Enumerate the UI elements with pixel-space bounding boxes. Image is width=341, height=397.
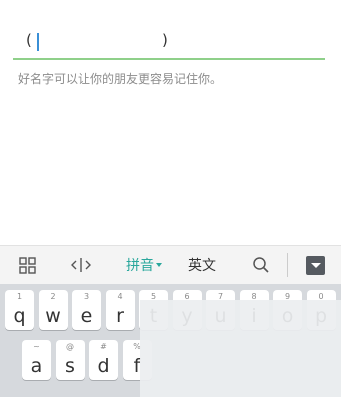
name-input[interactable]: ( ) [13,22,325,60]
key-e[interactable]: 3e [72,290,101,330]
key-label: d [97,355,110,377]
key-d[interactable]: # d [89,340,118,380]
toolbar-divider [287,253,288,277]
key-label: a [30,355,43,377]
edit-area: ( ) 好名字可以让你的朋友更容易记住你。 [0,0,341,245]
key-sub-label: @ [66,342,74,351]
search-icon[interactable] [244,246,278,284]
left-paren: ( [26,31,32,49]
key-label: e [80,305,93,327]
key-sub-label: 4 [117,292,123,301]
key-r[interactable]: 4r [105,290,135,330]
blurred-region [140,300,341,397]
text-cursor [37,33,39,51]
ime-toolbar: 拼音 英文 [0,245,341,285]
pinyin-mode-button[interactable]: 拼音 [118,246,170,284]
cursor-move-icon[interactable] [64,246,98,284]
key-sub-label: 2 [50,292,56,301]
key-sub-label: 1 [16,292,23,301]
pinyin-label: 拼音 [126,258,154,274]
right-paren: ) [162,31,168,49]
key-label: s [65,355,75,377]
key-sub-label: 3 [83,292,90,301]
keyboard-hide-button[interactable] [300,246,330,284]
key-sub-label: # [100,342,107,351]
key-q[interactable]: 1q [5,290,34,330]
key-label: q [13,305,26,327]
key-label: w [45,305,61,327]
key-a[interactable]: ~ a [22,340,51,380]
hint-text: 好名字可以让你的朋友更容易记住你。 [18,72,223,86]
key-s[interactable]: @ s [55,340,85,380]
english-label: 英文 [188,258,216,274]
key-w[interactable]: 2w [38,290,68,330]
keyboard-hide-icon [305,255,325,275]
english-mode-button[interactable]: 英文 [180,246,224,284]
key-label: r [116,305,124,327]
dropdown-arrow-icon [156,263,162,267]
grid-icon[interactable] [10,246,44,284]
key-sub-label: ~ [33,342,40,351]
